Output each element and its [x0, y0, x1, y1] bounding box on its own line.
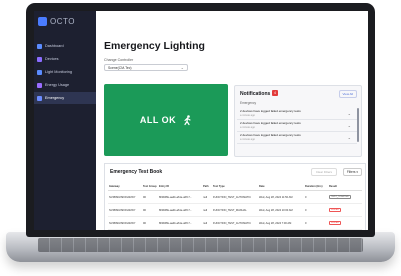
- sidebar-item-emergency[interactable]: Emergency: [34, 92, 96, 104]
- cell-duration: 0: [304, 216, 328, 230]
- cell-duration: 0: [304, 203, 328, 217]
- cell-test-group: 90: [142, 216, 158, 230]
- chevron-down-icon: ⌄: [347, 135, 351, 140]
- sidebar: OCTO Dashboard Devices Light Monitoring …: [34, 11, 96, 230]
- notifications-panel: Notifications 4 View All Emergency 2 dev…: [234, 85, 362, 157]
- notification-time: a minute ago: [240, 138, 255, 141]
- energy-icon: [37, 82, 42, 88]
- notifications-list: 2 devices have logged failed emergency t…: [237, 108, 357, 144]
- test-book-panel: Emergency Test Book Clear Filters Filter…: [104, 163, 366, 230]
- sidebar-nav: Dashboard Devices Light Monitoring Energ…: [34, 40, 96, 105]
- table-row[interactable]: NV4BSD2SKWH3JWY 90 8f4638fe-aa4b-a61e-a6…: [108, 216, 362, 230]
- column-header[interactable]: Date: [258, 182, 304, 191]
- cell-result: FAILED: [328, 203, 362, 217]
- sidebar-item-devices[interactable]: Devices: [34, 53, 96, 65]
- logo: OCTO: [38, 17, 75, 26]
- sidebar-item-label: Devices: [45, 57, 59, 61]
- notification-time: a minute ago: [240, 114, 255, 117]
- notification-time: a minute ago: [240, 126, 255, 129]
- column-header[interactable]: Test Group: [142, 182, 158, 191]
- cell-duration: 0: [304, 190, 328, 204]
- test-book-title: Emergency Test Book: [110, 169, 163, 175]
- table-row[interactable]: NV4BSD2SKWH3JWY 90 8f4638fe-aa4b-a61e-a6…: [108, 190, 362, 204]
- column-header[interactable]: Entry ID: [158, 182, 202, 191]
- table-row[interactable]: NV4BSD2SKWH3JWY 90 8f4638fe-aa4b-a61e-a6…: [108, 203, 362, 217]
- filters-button[interactable]: Filters ▾: [342, 168, 362, 176]
- notification-text: 2 devices have logged failed emergency t…: [240, 109, 301, 113]
- sidebar-item-dashboard[interactable]: Dashboard: [34, 40, 96, 52]
- chevron-down-icon: ▾: [356, 170, 358, 174]
- notifications-filter[interactable]: Emergency: [240, 101, 358, 105]
- controller-select[interactable]: Scene(CM-Tec) ⌄: [104, 64, 188, 71]
- logo-icon: [38, 17, 47, 26]
- notification-item[interactable]: 2 devices have logged failed emergency t…: [237, 108, 357, 120]
- cell-test-type: FUNCTION_TEST_AUTOMATIC: [212, 216, 258, 230]
- page-title: Emergency Lighting: [104, 40, 205, 52]
- status-text: ALL OK: [139, 115, 177, 125]
- cell-gateway: NV4BSD2SKWH3JWY: [108, 190, 142, 204]
- chevron-down-icon: ⌄: [347, 111, 351, 116]
- result-badge: FAILED: [329, 221, 341, 225]
- notifications-title: Notifications: [240, 91, 271, 97]
- filters-label: Filters: [346, 170, 356, 174]
- notification-item[interactable]: 2 devices have logged failed emergency t…: [237, 120, 357, 132]
- column-header[interactable]: Duration (Hrs): [304, 182, 328, 191]
- result-badge: TEST_STARTED: [329, 195, 351, 199]
- cell-date: Wed, Aug 28, 2024 7:00 AM: [258, 216, 304, 230]
- laptop-keyboard: [38, 238, 363, 252]
- column-header[interactable]: Gateway: [108, 182, 142, 191]
- column-header[interactable]: Test Type: [212, 182, 258, 191]
- test-book-table: Gateway Test Group Entry ID Path Test Ty…: [108, 182, 362, 230]
- sidebar-item-energy-usage[interactable]: Energy Usage: [34, 79, 96, 91]
- light-icon: [37, 69, 42, 75]
- cell-path: null: [202, 203, 212, 217]
- column-header[interactable]: Result: [328, 182, 362, 191]
- cell-test-group: 90: [142, 190, 158, 204]
- chevron-down-icon: ⌄: [347, 123, 351, 128]
- controller-value: Scene(CM-Tec): [108, 65, 132, 70]
- cell-entry-id: 8f4638fe-aa4b-a61e-a6ff-7...: [158, 203, 202, 217]
- cell-date: Wed, Aug 28, 2024 10:00 AM: [258, 203, 304, 217]
- chevron-down-icon: ⌄: [180, 65, 184, 70]
- notifications-badge: 4: [272, 90, 278, 96]
- cell-gateway: NV4BSD2SKWH3JWY: [108, 203, 142, 217]
- cell-entry-id: 8f4638fe-aa4b-a61e-a6ff-7...: [158, 216, 202, 230]
- cell-date: Wed, Aug 28, 2024 11:50 AM: [258, 190, 304, 204]
- status-card: ALL OK: [104, 84, 228, 156]
- view-all-button[interactable]: View All: [338, 90, 357, 98]
- table-header-row: Gateway Test Group Entry ID Path Test Ty…: [108, 182, 362, 191]
- sidebar-item-label: Light Monitoring: [45, 70, 73, 74]
- cell-result: FAILED: [328, 216, 362, 230]
- result-badge: FAILED: [329, 208, 341, 212]
- sidebar-item-label: Dashboard: [45, 44, 64, 48]
- notification-text: 2 devices have logged failed emergency t…: [240, 133, 301, 137]
- controller-label: Change Controller: [104, 58, 134, 62]
- cell-test-type: FUNCTION_TEST_AUTOMATIC: [212, 190, 258, 204]
- logo-text: OCTO: [50, 17, 75, 26]
- dashboard-icon: [37, 43, 42, 49]
- devices-icon: [37, 56, 42, 62]
- cell-entry-id: 8f4638fe-aa4b-a61e-a6ff-7...: [158, 190, 202, 204]
- sidebar-item-label: Energy Usage: [45, 83, 70, 87]
- sidebar-item-label: Emergency: [45, 96, 65, 100]
- clear-filters-button[interactable]: Clear Filters: [310, 168, 337, 176]
- notifications-scrollbar[interactable]: [357, 108, 359, 142]
- cell-test-group: 90: [142, 203, 158, 217]
- cell-result: TEST_STARTED: [328, 190, 362, 204]
- sidebar-item-light-monitoring[interactable]: Light Monitoring: [34, 66, 96, 78]
- cell-test-type: FUNCTION_TEST_MANUAL: [212, 203, 258, 217]
- notification-item[interactable]: 2 devices have logged failed emergency t…: [237, 132, 357, 144]
- cell-path: null: [202, 216, 212, 230]
- cell-gateway: NV4BSD2SKWH3JWY: [108, 216, 142, 230]
- app-screen: OCTO Dashboard Devices Light Monitoring …: [34, 11, 368, 230]
- emergency-icon: [37, 95, 42, 101]
- main-content: Emergency Lighting Change Controller Sce…: [96, 11, 368, 230]
- notification-text: 2 devices have logged failed emergency t…: [240, 121, 301, 125]
- cell-path: null: [202, 190, 212, 204]
- running-person-icon: [184, 114, 191, 125]
- column-header[interactable]: Path: [202, 182, 212, 191]
